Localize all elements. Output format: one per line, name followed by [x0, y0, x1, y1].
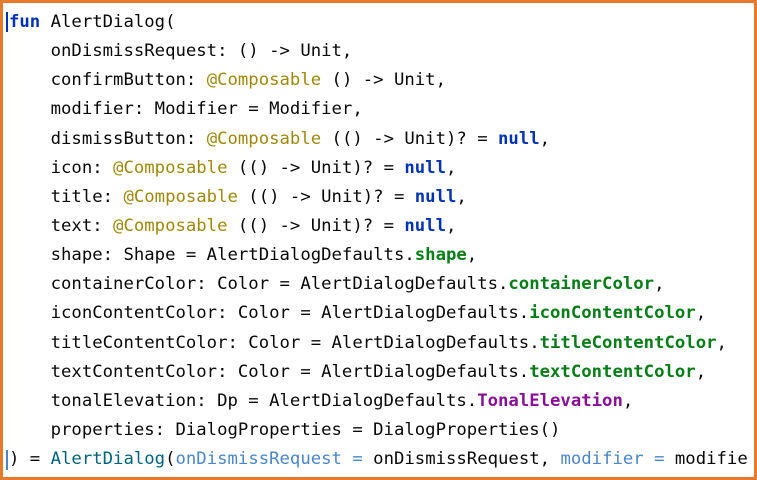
code-token-ann: @Composable [113, 157, 228, 178]
code-token: (() -> Unit)? = [227, 215, 405, 236]
code-token-ann: @Composable [206, 128, 322, 149]
code-token: title: [9, 186, 124, 207]
code-token: containerColor: Color = AlertDialogDefau… [9, 274, 509, 295]
code-token: modifier: Modifier = Modifier, [9, 99, 363, 120]
code-token: modifie [664, 449, 748, 470]
code-line[interactable]: modifier: Modifier = Modifier, [9, 95, 754, 124]
code-token: (() -> Unit)? = [321, 128, 499, 149]
code-token: ( [165, 449, 176, 470]
code-token: tonalElevation: Dp = AlertDialogDefaults… [9, 390, 478, 411]
code-token: , [446, 215, 457, 236]
code-line[interactable]: containerColor: Color = AlertDialogDefau… [9, 270, 754, 299]
code-line[interactable]: text: @Composable (() -> Unit)? = null, [9, 212, 754, 241]
code-line[interactable]: properties: DialogProperties = DialogPro… [9, 416, 754, 445]
code-token: (() -> Unit)? = [227, 157, 405, 178]
code-token-named: modifier = [560, 449, 665, 470]
code-token-prop: shape [414, 245, 467, 266]
code-token: , [654, 274, 665, 295]
code-token-ann: @Composable [206, 70, 322, 91]
code-editor[interactable]: fun AlertDialog( onDismissRequest: () ->… [9, 8, 754, 477]
code-token: properties: DialogProperties = DialogPro… [9, 419, 561, 440]
code-token-kw: null [414, 186, 457, 207]
code-token: , [539, 128, 551, 149]
text-caret [6, 12, 8, 32]
code-line[interactable]: title: @Composable (() -> Unit)? = null, [9, 183, 754, 212]
code-token: , [446, 157, 457, 178]
code-token: AlertDialog( [40, 12, 176, 32]
code-line[interactable]: shape: Shape = AlertDialogDefaults.shape… [9, 241, 754, 270]
code-line[interactable]: tonalElevation: Dp = AlertDialogDefaults… [9, 387, 754, 416]
screenshot-frame: fun AlertDialog( onDismissRequest: () ->… [0, 0, 757, 480]
code-token: , [695, 361, 707, 382]
code-line[interactable]: titleContentColor: Color = AlertDialogDe… [9, 329, 754, 358]
code-token-kw: null [404, 215, 446, 236]
code-line[interactable]: confirmButton: @Composable () -> Unit, [9, 66, 754, 95]
line-gutter-marker [6, 450, 8, 470]
code-token: dismissButton: [9, 128, 207, 149]
code-token: iconContentColor: Color = AlertDialogDef… [9, 303, 530, 324]
code-token: onDismissRequest, [362, 449, 561, 470]
code-token: titleContentColor: Color = AlertDialogDe… [9, 332, 540, 353]
code-token-const: TonalElevation [477, 390, 623, 411]
code-token: , [456, 186, 467, 207]
code-token: confirmButton: [9, 70, 207, 91]
code-token-fn: AlertDialog [50, 449, 166, 470]
code-token: , [716, 332, 727, 353]
code-token-ann: @Composable [123, 186, 238, 207]
code-line[interactable]: dismissButton: @Composable (() -> Unit)?… [9, 125, 754, 154]
code-line[interactable]: textContentColor: Color = AlertDialogDef… [9, 358, 754, 387]
code-line[interactable]: onDismissRequest: () -> Unit, [9, 37, 754, 66]
code-token: textContentColor: Color = AlertDialogDef… [9, 361, 530, 382]
code-token-kw: fun [9, 12, 41, 32]
code-token-prop: titleContentColor [539, 332, 717, 353]
code-token-prop: iconContentColor [529, 303, 696, 324]
code-token: icon: [9, 157, 114, 178]
code-token: , [695, 303, 707, 324]
code-line[interactable]: fun AlertDialog( [9, 8, 754, 37]
code-token: , [466, 245, 478, 266]
code-token-kw: null [498, 128, 540, 149]
code-token-ann: @Composable [113, 215, 228, 236]
code-token-kw: null [404, 157, 446, 178]
code-line[interactable]: iconContentColor: Color = AlertDialogDef… [9, 299, 754, 328]
code-token: text: [9, 215, 114, 236]
code-token-prop: containerColor [508, 274, 655, 295]
code-token: () -> Unit, [321, 70, 446, 91]
code-token: ) = [9, 449, 51, 470]
code-token: shape: Shape = AlertDialogDefaults. [9, 245, 415, 266]
code-line[interactable]: ) = AlertDialog(onDismissRequest = onDis… [9, 445, 754, 474]
code-token-named: onDismissRequest = [175, 449, 363, 470]
code-token: , [622, 390, 634, 411]
code-line[interactable]: icon: @Composable (() -> Unit)? = null, [9, 154, 754, 183]
code-token: (() -> Unit)? = [237, 186, 415, 207]
code-token-prop: textContentColor [529, 361, 696, 382]
code-token: onDismissRequest: () -> Unit, [9, 41, 353, 62]
